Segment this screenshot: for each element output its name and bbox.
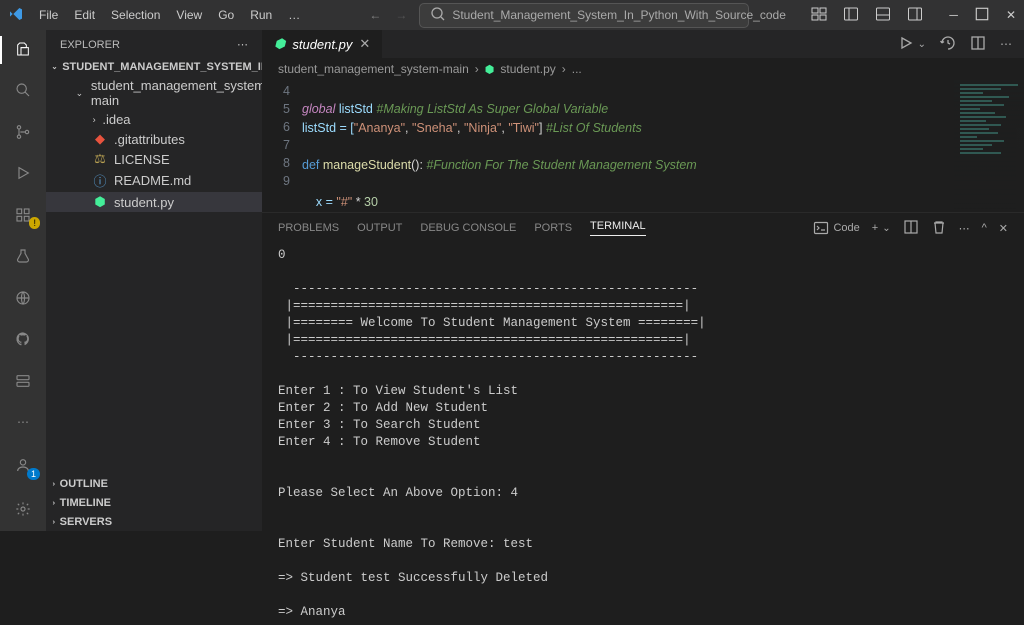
maximize-panel-icon[interactable]: ^ xyxy=(982,222,987,234)
file-license[interactable]: ⚖LICENSE xyxy=(46,149,262,169)
run-play-icon[interactable] xyxy=(898,35,914,54)
menu-more[interactable]: … xyxy=(281,4,307,26)
code-editor[interactable]: 456789 global listStd #Making ListStd As… xyxy=(262,80,1024,212)
tab-terminal[interactable]: TERMINAL xyxy=(590,220,646,236)
activity-bar: ! ⋯ 1 xyxy=(0,30,46,531)
activity-scm-icon[interactable] xyxy=(11,121,35,143)
menu-run[interactable]: Run xyxy=(243,4,279,26)
split-editor-icon[interactable] xyxy=(970,35,986,54)
close-panel-icon[interactable]: ✕ xyxy=(999,222,1008,235)
nav-back-icon[interactable]: ← xyxy=(369,8,381,22)
explorer-more-icon[interactable]: ⋯ xyxy=(237,38,248,51)
outline-section[interactable]: ›OUTLINE xyxy=(46,474,262,493)
tab-ports[interactable]: PORTS xyxy=(534,222,572,234)
menu-view[interactable]: View xyxy=(169,4,209,26)
layout-customize-icon[interactable] xyxy=(811,6,827,25)
activity-account-icon[interactable]: 1 xyxy=(11,453,35,477)
vscode-logo-icon xyxy=(8,6,24,25)
line-gutter: 456789 xyxy=(262,80,302,212)
kill-terminal-icon[interactable] xyxy=(931,219,947,238)
activity-explorer-icon[interactable] xyxy=(11,38,35,60)
tab-more-icon[interactable]: ⋯ xyxy=(1000,37,1012,51)
nav-forward-icon[interactable]: → xyxy=(395,8,407,22)
bottom-panel: PROBLEMS OUTPUT DEBUG CONSOLE PORTS TERM… xyxy=(262,212,1024,625)
minimap[interactable] xyxy=(954,80,1024,212)
editor-tabs: ⬢ student.py ✕ ⌄ ⋯ xyxy=(262,30,1024,58)
history-icon[interactable] xyxy=(940,35,956,54)
activity-extensions-icon[interactable]: ! xyxy=(11,204,35,226)
run-dropdown-icon[interactable]: ⌄ xyxy=(918,39,926,50)
window-maximize-icon[interactable] xyxy=(974,6,990,25)
tab-close-icon[interactable]: ✕ xyxy=(359,36,370,52)
tab-problems[interactable]: PROBLEMS xyxy=(278,222,339,234)
account-badge: 1 xyxy=(27,468,40,480)
explorer-header: EXPLORER xyxy=(60,39,120,51)
folder-idea[interactable]: ›.idea xyxy=(46,110,262,129)
breadcrumb[interactable]: student_management_system-main› ⬢student… xyxy=(262,58,1024,80)
command-center-search[interactable]: Student_Management_System_In_Python_With… xyxy=(419,3,749,28)
toggle-panel-icon[interactable] xyxy=(875,6,891,25)
activity-search-icon[interactable] xyxy=(11,80,35,102)
window-minimize-icon[interactable]: ─ xyxy=(949,8,958,22)
search-title: Student_Management_System_In_Python_With… xyxy=(452,8,786,22)
activity-settings-icon[interactable] xyxy=(11,497,35,521)
servers-section[interactable]: ›SERVERS xyxy=(46,512,262,531)
toggle-sidebar-icon[interactable] xyxy=(843,6,859,25)
split-terminal-icon[interactable] xyxy=(903,219,919,238)
folder-row[interactable]: ⌄student_management_system-main xyxy=(46,76,262,110)
menu-edit[interactable]: Edit xyxy=(67,4,102,26)
new-terminal-icon[interactable]: + xyxy=(872,222,878,234)
tab-student-py[interactable]: ⬢ student.py ✕ xyxy=(262,30,382,58)
menu-file[interactable]: File xyxy=(32,4,65,26)
window-close-icon[interactable]: ✕ xyxy=(1006,8,1016,22)
code-content[interactable]: global listStd #Making ListStd As Super … xyxy=(302,80,697,212)
toggle-secondary-icon[interactable] xyxy=(907,6,923,25)
menu-go[interactable]: Go xyxy=(211,4,241,26)
activity-remote-icon[interactable] xyxy=(11,287,35,309)
terminal-profile[interactable]: Code xyxy=(813,220,859,236)
tab-output[interactable]: OUTPUT xyxy=(357,222,402,234)
extensions-badge: ! xyxy=(29,217,40,229)
file-readme[interactable]: ⓘREADME.md xyxy=(46,169,262,192)
activity-server-icon[interactable] xyxy=(11,370,35,392)
project-title-row[interactable]: ⌄STUDENT_MANAGEMENT_SYSTEM_IN_PYTHON... xyxy=(46,57,262,76)
terminal-dropdown-icon[interactable]: ⌄ xyxy=(882,223,890,234)
tab-label: student.py xyxy=(292,37,352,52)
activity-more-icon[interactable]: ⋯ xyxy=(11,412,35,434)
timeline-section[interactable]: ›TIMELINE xyxy=(46,493,262,512)
file-student-py[interactable]: ⬢student.py xyxy=(46,192,262,212)
activity-github-icon[interactable] xyxy=(11,329,35,351)
explorer-sidebar: EXPLORER ⋯ ⌄STUDENT_MANAGEMENT_SYSTEM_IN… xyxy=(46,30,262,531)
menu-selection[interactable]: Selection xyxy=(104,4,167,26)
file-gitattributes[interactable]: ◆.gitattributes xyxy=(46,129,262,149)
search-icon xyxy=(430,6,446,25)
title-bar: File Edit Selection View Go Run … ← → St… xyxy=(0,0,1024,30)
panel-more-icon[interactable]: ⋯ xyxy=(959,222,970,235)
activity-testing-icon[interactable] xyxy=(11,246,35,268)
tab-debug-console[interactable]: DEBUG CONSOLE xyxy=(420,222,516,234)
activity-debug-icon[interactable] xyxy=(11,163,35,185)
terminal-output[interactable]: 0 --------------------------------------… xyxy=(262,239,1024,625)
